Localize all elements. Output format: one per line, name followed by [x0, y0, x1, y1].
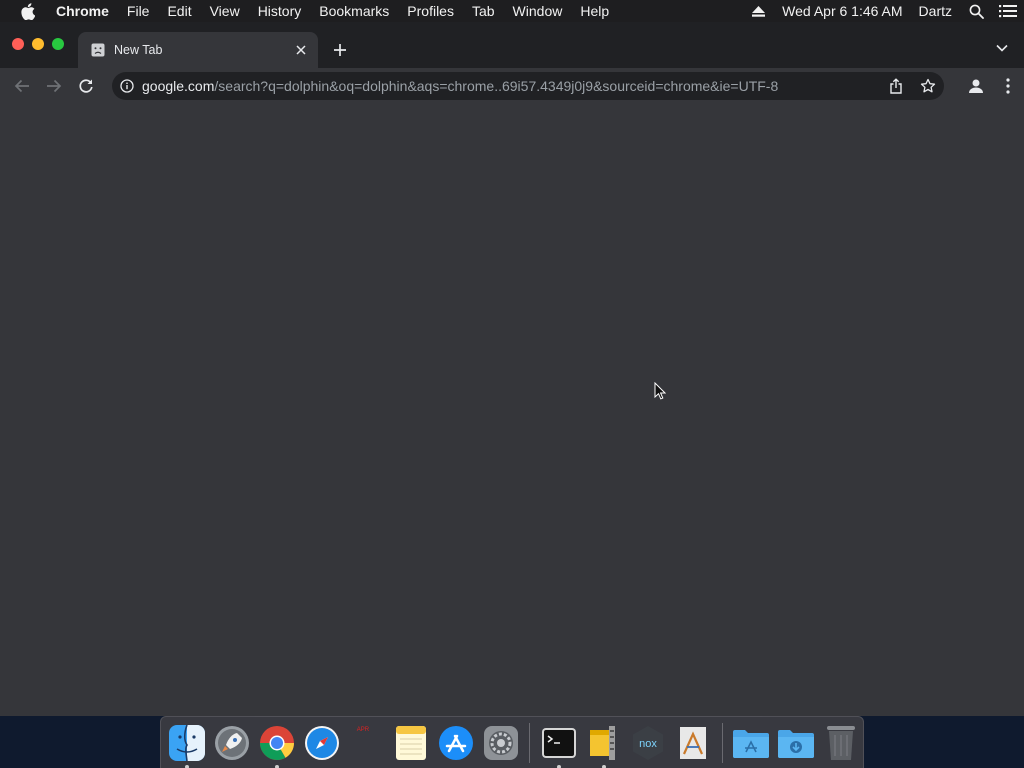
menubar-user[interactable]: Dartz	[911, 0, 960, 22]
dock-terminal-icon[interactable]	[537, 721, 581, 768]
running-indicator	[601, 764, 606, 768]
dock-system-preferences-icon[interactable]	[479, 721, 523, 765]
bookmark-star-icon[interactable]	[912, 72, 944, 100]
profile-avatar-icon[interactable]	[960, 72, 992, 100]
dock-separator	[529, 722, 531, 763]
menu-tab[interactable]: Tab	[463, 0, 504, 22]
reload-icon	[79, 79, 93, 93]
url-host: google.com	[142, 78, 215, 94]
dock-trash-icon[interactable]	[819, 721, 863, 765]
dock-instruments-icon[interactable]	[671, 721, 715, 765]
dock-finder-icon[interactable]	[166, 721, 210, 768]
menu-history[interactable]: History	[249, 0, 311, 22]
dock-chrome-icon[interactable]	[255, 721, 299, 768]
svg-text:nox: nox	[639, 738, 657, 750]
dock-applications-folder-icon[interactable]	[729, 721, 773, 765]
window-controls	[12, 38, 64, 50]
dock-downloads-folder-icon[interactable]	[774, 721, 818, 765]
chevron-down-icon	[996, 44, 1008, 52]
dock-app-store-icon[interactable]	[434, 721, 478, 765]
address-bar[interactable]: google.com/search?q=dolphin&oq=dolphin&a…	[112, 72, 944, 100]
menu-window[interactable]: Window	[504, 0, 572, 22]
minimize-window-button[interactable]	[32, 38, 44, 50]
menu-bookmarks[interactable]: Bookmarks	[310, 0, 398, 22]
mouse-cursor-icon	[654, 381, 667, 405]
site-info-icon[interactable]	[112, 79, 142, 93]
running-indicator	[185, 764, 190, 768]
menu-file[interactable]: File	[118, 0, 159, 22]
browser-toolbar: google.com/search?q=dolphin&oq=dolphin&a…	[0, 68, 1024, 104]
dock-separator	[721, 722, 723, 763]
dock-safari-icon[interactable]	[300, 721, 344, 765]
forward-button[interactable]	[38, 72, 70, 100]
url-path: /search?q=dolphin&oq=dolphin&aqs=chrome.…	[214, 78, 779, 94]
menu-app-name[interactable]: Chrome	[56, 0, 118, 22]
url-text[interactable]: google.com/search?q=dolphin&oq=dolphin&a…	[142, 78, 880, 94]
reload-button[interactable]	[70, 72, 102, 100]
page-content[interactable]	[0, 104, 1024, 716]
plus-icon	[334, 44, 346, 56]
arrow-left-icon	[14, 79, 29, 93]
browser-window: New Tab google.com/search?q=dolphin&oq=d…	[0, 22, 1024, 716]
close-window-button[interactable]	[12, 38, 24, 50]
menu-profiles[interactable]: Profiles	[398, 0, 463, 22]
menu-help[interactable]: Help	[571, 0, 618, 22]
spotlight-search-icon[interactable]	[960, 0, 992, 22]
menubar-clock[interactable]: Wed Apr 6 1:46 AM	[774, 0, 910, 22]
menu-edit[interactable]: Edit	[158, 0, 200, 22]
back-button[interactable]	[6, 72, 38, 100]
dock-notes-icon[interactable]	[389, 721, 433, 765]
more-menu-icon[interactable]	[992, 72, 1024, 100]
dock-launchpad-icon[interactable]	[210, 721, 254, 765]
menu-view[interactable]: View	[201, 0, 249, 22]
zoom-window-button[interactable]	[52, 38, 64, 50]
arrow-right-icon	[47, 79, 62, 93]
running-indicator	[556, 764, 561, 768]
tab-strip: New Tab	[0, 22, 1024, 68]
dock-nox-icon[interactable]: nox	[626, 721, 670, 765]
tab-search-button[interactable]	[992, 38, 1012, 58]
share-icon[interactable]	[880, 72, 912, 100]
calendar-month-label: APR	[356, 726, 370, 733]
new-tab-button[interactable]	[328, 38, 352, 62]
tab-title: New Tab	[114, 43, 163, 57]
running-indicator	[274, 764, 279, 768]
tab-new-tab[interactable]: New Tab	[78, 32, 318, 68]
close-tab-icon[interactable]	[290, 39, 312, 61]
dock: APR nox	[160, 716, 864, 768]
menu-bar: Chrome File Edit View History Bookmarks …	[0, 0, 1024, 22]
eject-icon[interactable]	[742, 0, 774, 22]
control-center-icon[interactable]	[992, 0, 1024, 22]
dock-archive-utility-icon[interactable]	[582, 721, 626, 768]
dock-calendar-icon[interactable]: APR	[345, 721, 389, 765]
apple-menu-icon[interactable]	[0, 2, 56, 20]
sad-page-icon	[90, 42, 106, 58]
